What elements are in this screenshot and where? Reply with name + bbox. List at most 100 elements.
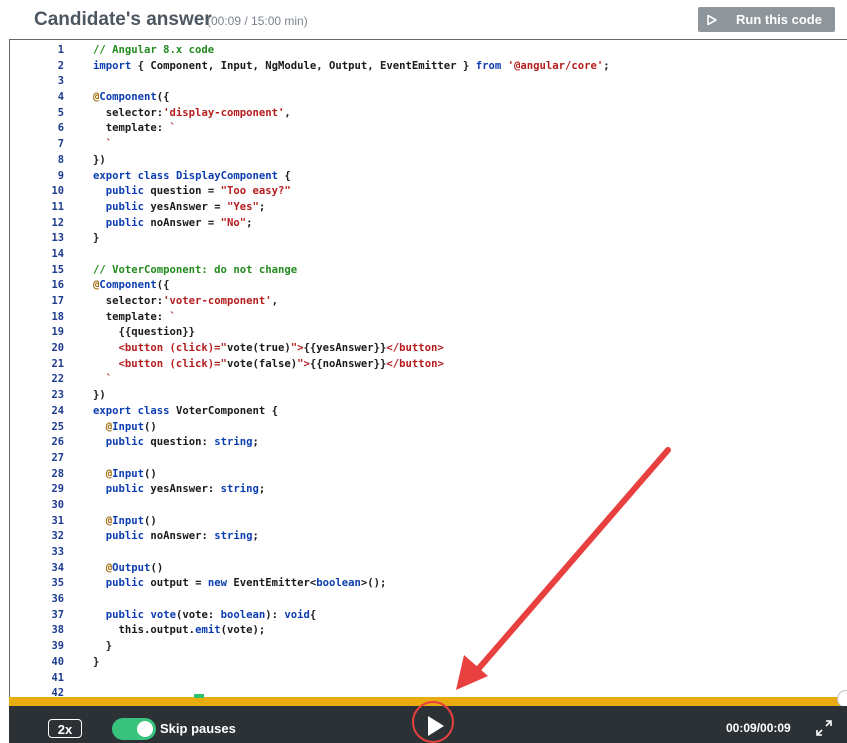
code-text: // VoterComponent: do not change bbox=[93, 263, 297, 279]
code-token: yesAnswer = bbox=[144, 200, 227, 213]
code-token: emit bbox=[195, 624, 221, 637]
code-text: <button (click)="vote(false)">{{noAnswer… bbox=[93, 357, 444, 373]
code-token: >(); bbox=[360, 577, 387, 590]
line-number: 35 bbox=[51, 577, 64, 590]
code-token: Input bbox=[112, 514, 145, 527]
play-icon bbox=[707, 15, 717, 25]
code-line: 5 selector:'display-component', bbox=[10, 106, 847, 122]
code-text: @Input() bbox=[93, 514, 157, 530]
code-line: 25 @Input() bbox=[10, 420, 847, 436]
code-text: selector:'display-component', bbox=[93, 106, 291, 122]
line-number: 6 bbox=[57, 122, 64, 135]
line-number: 30 bbox=[51, 498, 64, 511]
code-editor[interactable]: 1 // Angular 8.x code 2 import { Component,… bbox=[9, 39, 847, 698]
code-token: Output bbox=[112, 561, 151, 574]
line-number: 8 bbox=[57, 153, 64, 166]
code-token: </button> bbox=[386, 342, 444, 355]
fullscreen-icon[interactable] bbox=[814, 718, 834, 738]
code-token: boolean bbox=[220, 608, 266, 621]
code-token: public bbox=[105, 216, 145, 229]
code-line: 27 bbox=[10, 451, 847, 467]
code-token: noAnswer = bbox=[144, 216, 221, 229]
line-number: 31 bbox=[51, 514, 64, 527]
code-text: } bbox=[93, 655, 99, 671]
code-token: VoterComponent { bbox=[169, 404, 278, 417]
player-controls: 2x Skip pauses 00:09/00:09 bbox=[9, 706, 847, 743]
code-token: export bbox=[93, 404, 132, 417]
line-number: 19 bbox=[51, 326, 64, 339]
code-lines: 1 // Angular 8.x code 2 import { Component,… bbox=[10, 43, 847, 698]
code-token: void bbox=[284, 608, 310, 621]
code-line: 11 public yesAnswer = "Yes"; bbox=[10, 200, 847, 216]
code-token: vote(true) bbox=[226, 342, 291, 355]
code-line: 40} bbox=[10, 655, 847, 671]
code-line: 13} bbox=[10, 231, 847, 247]
code-text: public noAnswer = "No"; bbox=[93, 216, 253, 232]
code-token: ({ bbox=[156, 91, 170, 104]
line-number: 32 bbox=[51, 530, 64, 543]
code-text: export class DisplayComponent { bbox=[93, 169, 291, 185]
line-number: 7 bbox=[57, 138, 64, 151]
code-text: } bbox=[93, 639, 112, 655]
code-token: ; bbox=[258, 483, 266, 496]
code-token: } bbox=[93, 232, 100, 245]
code-token: // Angular 8.x code bbox=[93, 44, 215, 56]
code-line: 12 public noAnswer = "No"; bbox=[10, 216, 847, 232]
code-line: 36 bbox=[10, 592, 847, 608]
code-token: export bbox=[93, 169, 132, 182]
code-text: public question: string; bbox=[93, 435, 259, 451]
line-number: 34 bbox=[51, 561, 64, 574]
code-text: template: ` bbox=[93, 121, 176, 137]
line-number: 13 bbox=[51, 232, 64, 245]
code-line: 9 export class DisplayComponent { bbox=[10, 169, 847, 185]
code-token: selector: bbox=[93, 295, 164, 307]
code-line: 15 // VoterComponent: do not change bbox=[10, 263, 847, 279]
code-text: public noAnswer: string; bbox=[93, 529, 259, 545]
code-token: (vote); bbox=[220, 624, 266, 637]
code-token: Input bbox=[112, 420, 145, 433]
line-number: 26 bbox=[51, 436, 64, 449]
line-number: 3 bbox=[57, 75, 64, 88]
code-token: "Yes" bbox=[226, 200, 259, 213]
code-token: ` bbox=[169, 310, 176, 323]
playback-progress-bar[interactable] bbox=[9, 690, 847, 708]
code-token: {{yesAnswer}} bbox=[303, 342, 387, 355]
code-token: output = bbox=[144, 577, 208, 590]
code-token: 'display-component' bbox=[163, 106, 285, 119]
code-token: ` bbox=[93, 138, 113, 151]
code-line: 18 template: ` bbox=[10, 310, 847, 326]
toggle-knob bbox=[137, 721, 153, 737]
code-token: ; bbox=[252, 530, 259, 543]
code-line: 10 public question = "Too easy?" bbox=[10, 184, 847, 200]
code-token: string bbox=[220, 483, 259, 496]
play-icon[interactable] bbox=[422, 713, 448, 739]
line-number: 39 bbox=[51, 640, 64, 653]
playback-speed-button[interactable]: 2x bbox=[48, 719, 82, 738]
code-text: // Angular 8.x code bbox=[93, 43, 214, 59]
line-number: 33 bbox=[51, 546, 64, 558]
code-token: public bbox=[105, 577, 145, 590]
code-token: ` bbox=[93, 373, 113, 386]
code-token: (vote: bbox=[175, 608, 221, 621]
code-token: yesAnswer: bbox=[144, 483, 221, 496]
code-line: 35 public output = new EventEmitter<bool… bbox=[10, 576, 847, 592]
code-token: } bbox=[93, 640, 113, 653]
code-token: question: bbox=[144, 436, 215, 449]
code-token: {{question}} bbox=[93, 326, 196, 339]
code-token: ({ bbox=[156, 279, 170, 292]
code-line: 23}) bbox=[10, 388, 847, 404]
elapsed-time: (00:09 / 15:00 min) bbox=[207, 14, 308, 28]
run-code-button[interactable]: Run this code bbox=[698, 7, 835, 32]
skip-pauses-toggle[interactable] bbox=[112, 718, 156, 740]
code-token: () bbox=[144, 514, 157, 527]
code-token: }) bbox=[93, 153, 106, 166]
code-text: public yesAnswer = "Yes"; bbox=[93, 200, 265, 216]
header: Candidate's answer (00:09 / 15:00 min) R… bbox=[0, 0, 847, 40]
